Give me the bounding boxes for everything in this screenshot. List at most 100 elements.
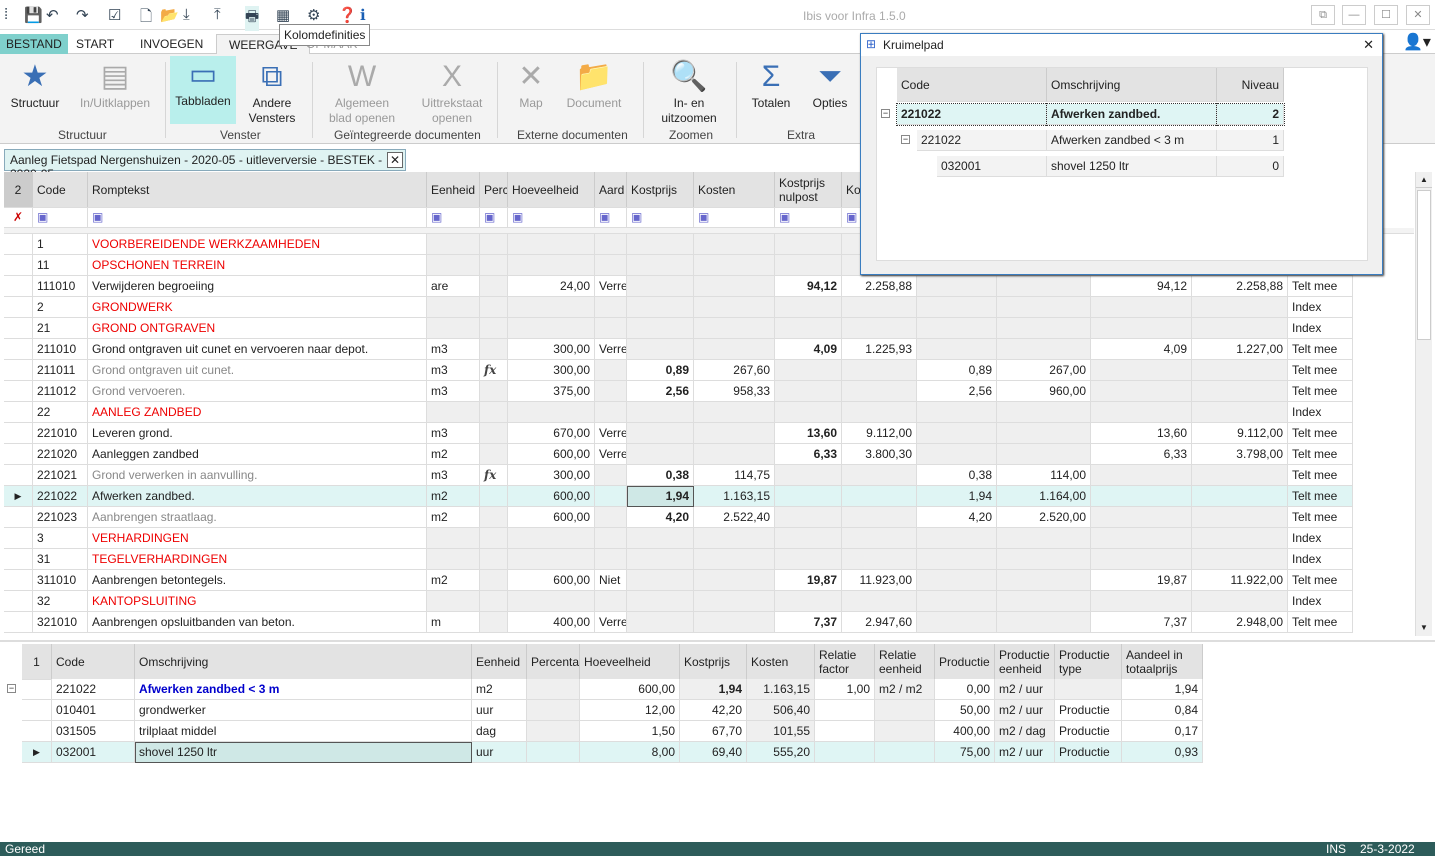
column-header[interactable]: Percenta bbox=[527, 644, 580, 680]
detail-cell[interactable]: 1,00 bbox=[815, 679, 875, 700]
close-icon[interactable]: ✕ bbox=[1363, 37, 1374, 53]
row-selector[interactable] bbox=[4, 255, 33, 276]
row-text[interactable]: TEGELVERHARDINGEN bbox=[88, 549, 427, 570]
ribbon-button-totalen[interactable]: Σ Totalen bbox=[746, 58, 796, 111]
row-value[interactable]: Telt mee bbox=[1288, 465, 1353, 486]
row-value[interactable]: Index bbox=[1288, 528, 1353, 549]
detail-cell[interactable]: 75,00 bbox=[935, 742, 995, 763]
detail-cell[interactable] bbox=[875, 721, 935, 742]
detail-cell[interactable]: 50,00 bbox=[935, 700, 995, 721]
row-selector[interactable] bbox=[4, 234, 33, 255]
tab-start[interactable]: START bbox=[70, 34, 120, 54]
new-file-icon[interactable]: 🗋 bbox=[140, 6, 152, 31]
detail-cell[interactable]: grondwerker bbox=[135, 700, 472, 721]
row-text[interactable]: KANTOPSLUITING bbox=[88, 591, 427, 612]
detail-cell[interactable]: m2 / m2 bbox=[875, 679, 935, 700]
row-text[interactable]: Aanbrengen betontegels. bbox=[88, 570, 427, 591]
row-value[interactable]: Telt mee bbox=[1288, 381, 1353, 402]
row-selector[interactable] bbox=[4, 570, 33, 591]
detail-cell[interactable]: 221022 bbox=[52, 679, 135, 700]
detail-cell[interactable]: m2 / uur bbox=[995, 742, 1055, 763]
detail-cell[interactable]: 1.163,15 bbox=[747, 679, 815, 700]
detail-cell[interactable]: 0,93 bbox=[1122, 742, 1203, 763]
detail-cell[interactable]: 506,40 bbox=[747, 700, 815, 721]
column-header[interactable]: Hoeveelheid bbox=[580, 644, 680, 680]
close-tab-icon[interactable]: ✕ bbox=[387, 152, 403, 168]
row-value[interactable]: Telt mee bbox=[1288, 276, 1353, 297]
close-button[interactable]: ✕ bbox=[1406, 5, 1430, 25]
column-header[interactable]: Kostprijs bbox=[627, 172, 694, 208]
tree-description[interactable]: shovel 1250 ltr bbox=[1047, 156, 1217, 177]
tree-code[interactable]: 221022 bbox=[917, 130, 1047, 151]
ribbon-button-in-uitklappen[interactable]: ▤ In/Uitklappen bbox=[74, 58, 156, 111]
detail-cell[interactable]: 101,55 bbox=[747, 721, 815, 742]
row-selector[interactable]: ▶ bbox=[4, 486, 33, 507]
column-header[interactable]: Productie eenheid bbox=[995, 644, 1055, 680]
filter-cell[interactable]: ▣ bbox=[480, 207, 508, 228]
detail-cell[interactable]: shovel 1250 ltr bbox=[135, 742, 472, 763]
row-text[interactable]: Grond verwerken in aanvulling. bbox=[88, 465, 427, 486]
row-value[interactable]: Index bbox=[1288, 318, 1353, 339]
detail-cell[interactable] bbox=[527, 700, 580, 721]
row-selector[interactable] bbox=[4, 360, 33, 381]
detail-cell[interactable] bbox=[815, 721, 875, 742]
undo-icon[interactable]: ↶ bbox=[46, 6, 59, 24]
row-text[interactable]: OPSCHONEN TERREIN bbox=[88, 255, 427, 276]
ribbon-button-tabbladen[interactable]: ▭ Tabbladen bbox=[170, 56, 236, 124]
column-header[interactable]: Productie bbox=[935, 644, 995, 680]
row-text[interactable]: Aanbrengen opsluitbanden van beton. bbox=[88, 612, 427, 633]
user-account-icon[interactable]: 👤▾ bbox=[1403, 32, 1431, 52]
row-selector[interactable] bbox=[22, 679, 52, 700]
detail-cell[interactable]: 031505 bbox=[52, 721, 135, 742]
restore-icon[interactable]: ⧉ bbox=[1311, 5, 1335, 25]
row-selector[interactable] bbox=[4, 381, 33, 402]
filter-cell[interactable]: ▣ bbox=[775, 207, 842, 228]
tree-code[interactable]: 221022 bbox=[896, 103, 1048, 126]
detail-cell[interactable]: 1,50 bbox=[580, 721, 680, 742]
row-value[interactable]: Telt mee bbox=[1288, 507, 1353, 528]
row-value[interactable]: Telt mee bbox=[1288, 486, 1353, 507]
row-value[interactable]: Telt mee bbox=[1288, 612, 1353, 633]
filter-cell[interactable]: ▣ bbox=[427, 207, 480, 228]
detail-cell[interactable]: Productie bbox=[1055, 700, 1122, 721]
row-value[interactable]: Telt mee bbox=[1288, 423, 1353, 444]
redo-icon[interactable]: ↷ bbox=[76, 6, 89, 24]
row-text[interactable]: Aanbrengen straatlaag. bbox=[88, 507, 427, 528]
document-tab[interactable]: Aanleg Fietspad Nergenshuizen - 2020-05 … bbox=[4, 149, 406, 181]
detail-cell[interactable]: 42,20 bbox=[680, 700, 747, 721]
column-header[interactable]: Productie type bbox=[1055, 644, 1122, 680]
row-selector[interactable] bbox=[4, 276, 33, 297]
row-selector[interactable] bbox=[22, 700, 52, 721]
tab-bestand[interactable]: BESTAND bbox=[0, 34, 68, 54]
row-text[interactable]: AANLEG ZANDBED bbox=[88, 402, 427, 423]
vertical-scrollbar[interactable]: ▲ ▼ bbox=[1415, 172, 1432, 636]
clear-filter-icon[interactable]: ✗ bbox=[4, 207, 33, 228]
detail-cell[interactable]: Productie bbox=[1055, 721, 1122, 742]
row-value[interactable]: Index bbox=[1288, 549, 1353, 570]
filter-cell[interactable]: ▣ bbox=[508, 207, 595, 228]
row-selector[interactable] bbox=[4, 465, 33, 486]
row-selector[interactable] bbox=[4, 444, 33, 465]
detail-cell[interactable]: trilplaat middel bbox=[135, 721, 472, 742]
column-header[interactable]: Kosten bbox=[747, 644, 815, 680]
ribbon-button-algemeen-blad-openen[interactable]: W Algemeen blad openen bbox=[326, 58, 398, 126]
detail-cell[interactable]: 400,00 bbox=[935, 721, 995, 742]
save-icon[interactable]: 💾 bbox=[24, 6, 43, 24]
gear-icon[interactable]: ⚙ bbox=[307, 6, 320, 24]
ribbon-button-document[interactable]: 📁 Document bbox=[562, 58, 626, 111]
scroll-down-icon[interactable]: ▼ bbox=[1416, 620, 1432, 636]
tree-description[interactable]: Afwerken zandbed < 3 m bbox=[1047, 130, 1217, 151]
column-header[interactable]: Kostprijs bbox=[680, 644, 747, 680]
detail-cell[interactable]: 032001 bbox=[52, 742, 135, 763]
row-selector[interactable] bbox=[4, 591, 33, 612]
row-value[interactable]: Telt mee bbox=[1288, 444, 1353, 465]
breadcrumb-window-titlebar[interactable]: ⊞ Kruimelpad ✕ bbox=[861, 34, 1382, 56]
detail-cell[interactable]: 8,00 bbox=[580, 742, 680, 763]
maximize-button[interactable]: ☐ bbox=[1374, 5, 1398, 25]
help-icon[interactable]: ❓ bbox=[338, 6, 357, 24]
column-header[interactable]: Niveau bbox=[1217, 68, 1284, 102]
filter-cell[interactable]: ▣ bbox=[627, 207, 694, 228]
detail-cell[interactable] bbox=[875, 700, 935, 721]
filter-cell[interactable]: ▣ bbox=[88, 207, 427, 228]
detail-cell[interactable]: 12,00 bbox=[580, 700, 680, 721]
